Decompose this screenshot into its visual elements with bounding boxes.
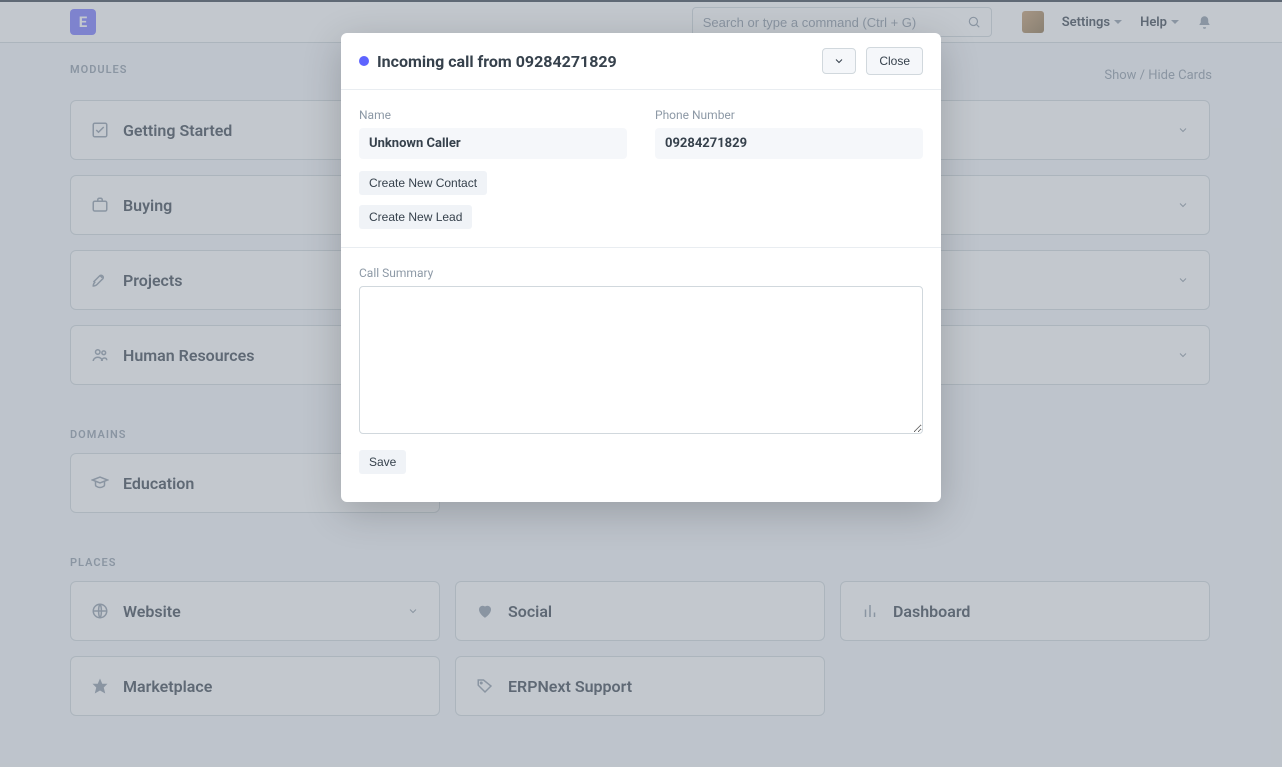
modal-overlay: Incoming call from 09284271829 Close Nam…: [0, 0, 1282, 767]
minimize-button[interactable]: [822, 48, 856, 74]
name-label: Name: [359, 108, 627, 122]
modal-title: Incoming call from 09284271829: [377, 52, 822, 71]
call-summary-label: Call Summary: [359, 266, 923, 280]
phone-label: Phone Number: [655, 108, 923, 122]
create-lead-button[interactable]: Create New Lead: [359, 205, 472, 229]
close-button[interactable]: Close: [866, 47, 923, 75]
save-button-label: Save: [369, 455, 396, 469]
indicator-dot-icon: [359, 56, 369, 66]
close-button-label: Close: [879, 54, 910, 68]
call-summary-input[interactable]: [359, 286, 923, 434]
save-button[interactable]: Save: [359, 450, 406, 474]
create-contact-button[interactable]: Create New Contact: [359, 171, 487, 195]
create-lead-label: Create New Lead: [369, 210, 462, 224]
name-value: Unknown Caller: [359, 128, 627, 159]
chevron-down-icon: [833, 55, 845, 67]
create-contact-label: Create New Contact: [369, 176, 477, 190]
incoming-call-modal: Incoming call from 09284271829 Close Nam…: [341, 33, 941, 502]
phone-value: 09284271829: [655, 128, 923, 159]
